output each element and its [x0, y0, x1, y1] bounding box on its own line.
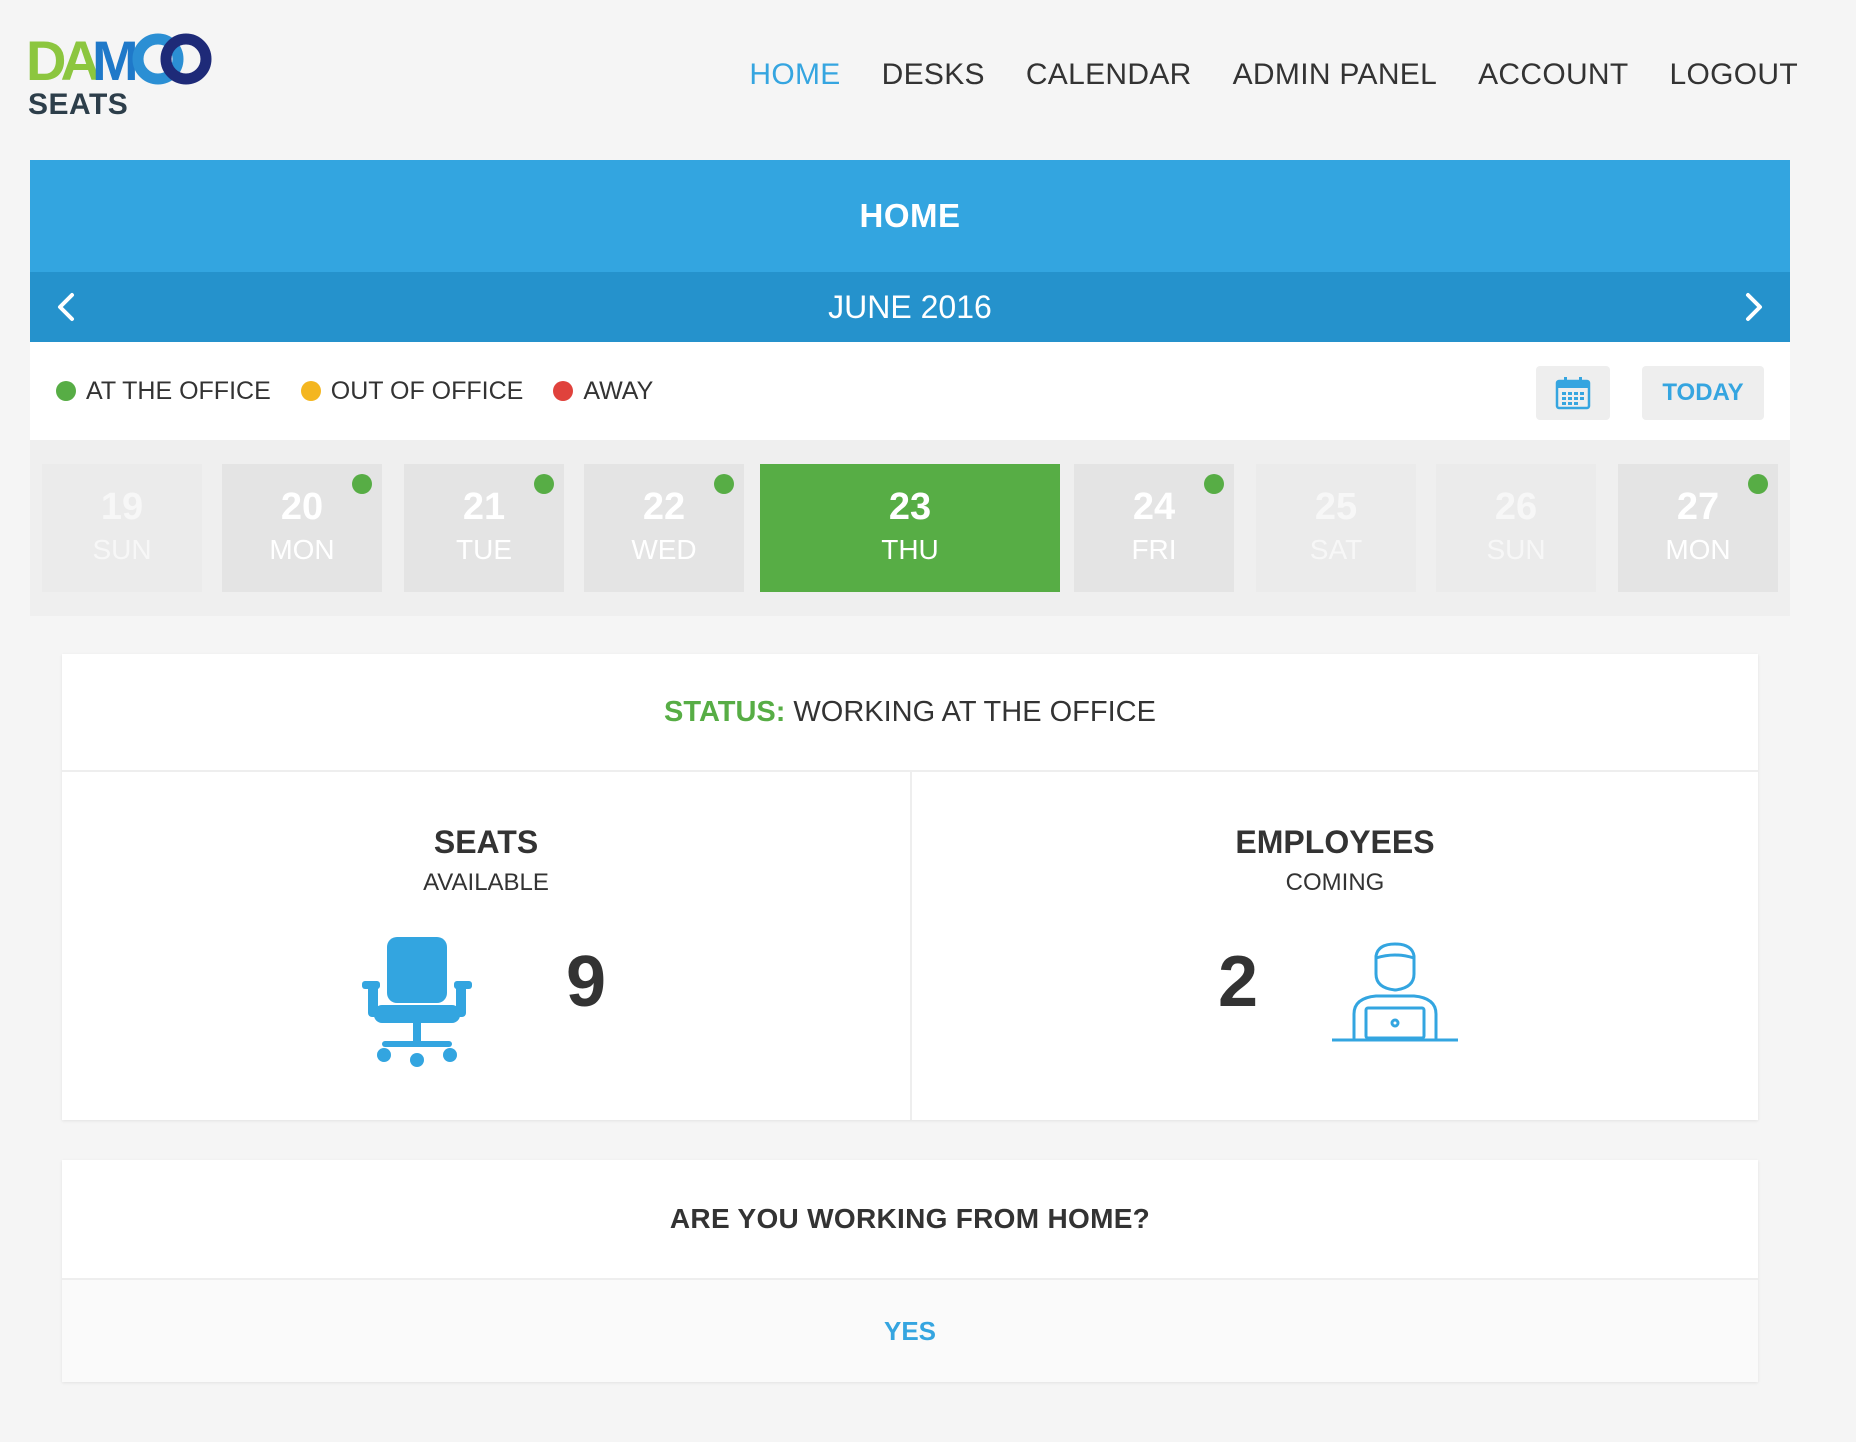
- yellow-dot-icon: [300, 381, 321, 401]
- nav-logout[interactable]: LOGOUT: [1670, 58, 1798, 92]
- at-office-indicator-icon: [714, 474, 734, 494]
- legend-out-of-office: OUT OF OFFICE: [300, 376, 524, 406]
- chevron-right-icon[interactable]: [1736, 290, 1770, 324]
- day-21-tue[interactable]: 21 TUE: [404, 464, 564, 592]
- day-of-week: MON: [269, 534, 335, 565]
- day-of-week: SUN: [92, 534, 152, 565]
- main-nav: HOME DESKS CALENDAR ADMIN PANEL ACCOUNT …: [749, 58, 1798, 92]
- nav-account[interactable]: ACCOUNT: [1478, 58, 1628, 92]
- day-of-week: WED: [631, 534, 697, 565]
- at-office-indicator-icon: [1748, 474, 1768, 494]
- status-label: STATUS:: [664, 695, 786, 728]
- stats-row: SEATS AVAILABLE 9 EMPLOYEES COMING 2: [62, 772, 1758, 1120]
- day-strip: 19 SUN 20 MON 21 TUE 22 WED 23 THU 24 FR…: [30, 440, 1790, 616]
- red-dot-icon: [553, 381, 574, 401]
- at-office-indicator-icon: [352, 474, 372, 494]
- day-25-sat[interactable]: 25 SAT: [1256, 464, 1416, 592]
- day-26-sun[interactable]: 26 SUN: [1436, 464, 1596, 592]
- legend-label: AT THE OFFICE: [86, 376, 271, 405]
- day-of-week: FRI: [1131, 534, 1177, 565]
- employees-title: EMPLOYEES: [1235, 824, 1435, 860]
- employees-subtitle: COMING: [1285, 869, 1385, 896]
- day-27-mon[interactable]: 27 MON: [1618, 464, 1778, 592]
- day-22-wed[interactable]: 22 WED: [584, 464, 744, 592]
- employee-laptop-icon: [1332, 942, 1458, 1042]
- app-header: DA M SEATS HOME DESKS CALENDAR ADMIN PAN…: [0, 0, 1856, 150]
- month-label: JUNE 2016: [828, 288, 992, 325]
- legend-label: AWAY: [583, 376, 654, 405]
- month-bar: JUNE 2016: [30, 272, 1790, 342]
- day-of-week: TUE: [456, 534, 512, 565]
- legend-label: OUT OF OFFICE: [330, 376, 524, 405]
- seats-subtitle: AVAILABLE: [423, 869, 549, 896]
- wfh-question: ARE YOU WORKING FROM HOME?: [669, 1203, 1151, 1234]
- chevron-left-icon[interactable]: [50, 290, 84, 324]
- nav-desks[interactable]: DESKS: [882, 58, 985, 92]
- green-dot-icon: [56, 381, 76, 401]
- damco-seats-logo[interactable]: DA M SEATS: [26, 30, 226, 122]
- svg-text:DA: DA: [26, 30, 99, 86]
- today-button[interactable]: TODAY: [1642, 366, 1764, 420]
- work-from-home-card: ARE YOU WORKING FROM HOME? YES: [62, 1160, 1758, 1382]
- office-chair-icon: [362, 937, 472, 1067]
- nav-admin-panel[interactable]: ADMIN PANEL: [1233, 58, 1437, 92]
- svg-text:M: M: [92, 30, 135, 86]
- nav-home[interactable]: HOME: [749, 58, 840, 92]
- at-office-indicator-icon: [1204, 474, 1224, 494]
- day-of-week: MON: [1665, 534, 1731, 565]
- day-of-week: SUN: [1486, 534, 1546, 565]
- seats-stat: SEATS AVAILABLE 9: [62, 772, 910, 1120]
- wfh-yes-button[interactable]: YES: [62, 1278, 1758, 1382]
- day-24-fri[interactable]: 24 FRI: [1074, 464, 1234, 592]
- home-panel: HOME JUNE 2016 AT THE OFFICE OUT OF OFFI…: [30, 160, 1790, 616]
- employees-count: 2: [1218, 942, 1259, 1022]
- day-number: 25: [1314, 486, 1358, 528]
- status-value: WORKING AT THE OFFICE: [793, 695, 1156, 728]
- seats-count: 9: [566, 942, 607, 1022]
- day-number: 19: [100, 486, 144, 528]
- day-19-sun[interactable]: 19 SUN: [42, 464, 202, 592]
- legend-away: AWAY: [553, 377, 653, 406]
- at-office-indicator-icon: [534, 474, 554, 494]
- legend-at-office: AT THE OFFICE: [56, 377, 271, 406]
- logo-subtitle: SEATS: [28, 88, 129, 121]
- day-number: 23: [888, 486, 932, 528]
- status-row: STATUS: WORKING AT THE OFFICE: [62, 654, 1758, 772]
- employees-stat: EMPLOYEES COMING 2: [910, 772, 1758, 1120]
- day-23-thu-selected[interactable]: 23 THU: [760, 464, 1060, 592]
- status-card: STATUS: WORKING AT THE OFFICE SEATS AVAI…: [62, 654, 1758, 1120]
- day-of-week: SAT: [1309, 534, 1363, 565]
- calendar-picker-button[interactable]: [1536, 366, 1610, 420]
- day-20-mon[interactable]: 20 MON: [222, 464, 382, 592]
- day-number: 26: [1494, 486, 1538, 528]
- page-title: HOME: [30, 160, 1790, 272]
- calendar-icon: [1555, 377, 1591, 410]
- seats-title: SEATS: [433, 824, 539, 860]
- legend-bar: AT THE OFFICE OUT OF OFFICE AWAY TODAY: [30, 342, 1790, 440]
- damco-logo-mark: DA M: [26, 30, 212, 86]
- day-of-week: THU: [881, 534, 939, 565]
- nav-calendar[interactable]: CALENDAR: [1026, 58, 1192, 92]
